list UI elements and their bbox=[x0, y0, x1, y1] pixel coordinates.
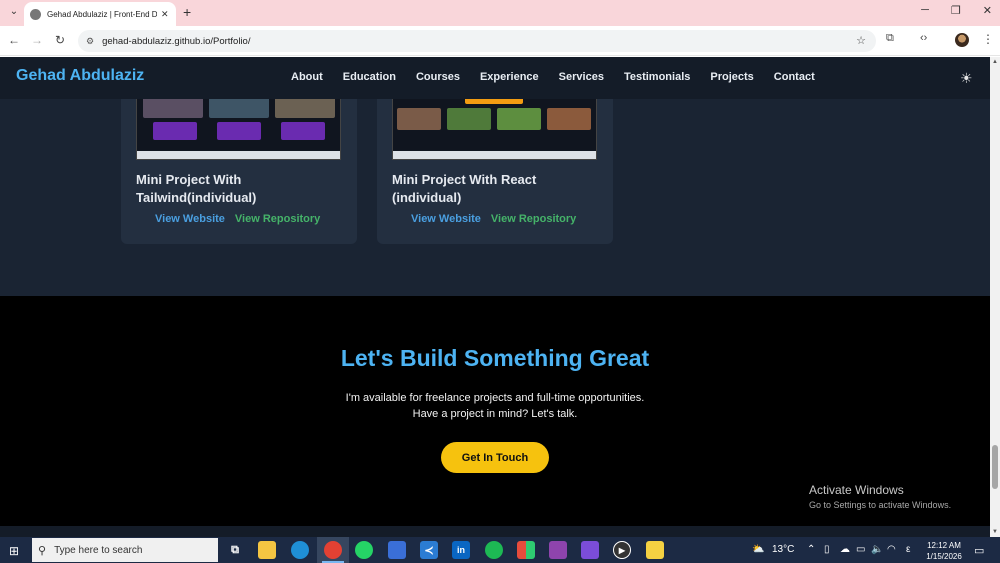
browser-toolbar: ← → ↻ ⚙ gehad-abdulaziz.github.io/Portfo… bbox=[0, 26, 1000, 56]
search-placeholder: Type here to search bbox=[54, 544, 143, 556]
scroll-down-icon[interactable]: ▼ bbox=[992, 529, 998, 535]
scroll-up-icon[interactable]: ▲ bbox=[992, 59, 998, 65]
site-header: Gehad Abdulaziz About Education Courses … bbox=[0, 57, 990, 99]
clock[interactable]: 12:12 AM 1/15/2026 bbox=[920, 540, 968, 562]
browser-tab-strip: ⌄ Gehad Abdulaziz | Front-End D ✕ + ─ ❐ … bbox=[0, 0, 1000, 26]
task-view-icon[interactable]: ⧉ bbox=[226, 541, 244, 559]
sun-icon[interactable]: ☀ bbox=[960, 70, 973, 87]
view-repository-link[interactable]: View Repository bbox=[235, 213, 320, 225]
project-title: Mini Project With React (individual) bbox=[392, 172, 537, 205]
tab-title: Gehad Abdulaziz | Front-End D bbox=[47, 9, 157, 19]
tab-search-icon[interactable]: ⌄ bbox=[6, 4, 22, 20]
whatsapp-icon[interactable] bbox=[355, 541, 373, 559]
speaker-icon[interactable]: 🔈 bbox=[871, 544, 883, 555]
url-text[interactable]: gehad-abdulaziz.github.io/Portfolio/ bbox=[102, 36, 250, 47]
extensions-icon[interactable]: ⧉ bbox=[886, 32, 894, 45]
activate-windows-watermark: Activate Windows Go to Settings to activ… bbox=[809, 483, 951, 510]
language-indicator[interactable]: ε bbox=[906, 544, 910, 555]
restore-icon[interactable]: ❐ bbox=[951, 4, 961, 17]
nav-about[interactable]: About bbox=[291, 71, 323, 83]
site-nav: About Education Courses Experience Servi… bbox=[291, 71, 835, 83]
new-tab-icon[interactable]: + bbox=[183, 4, 191, 20]
file-explorer-icon[interactable] bbox=[258, 541, 276, 559]
nav-contact[interactable]: Contact bbox=[774, 71, 815, 83]
vscode-icon[interactable]: ≺ bbox=[420, 541, 438, 559]
project-links: View Website View Repository bbox=[411, 213, 576, 225]
device-icon[interactable]: ▯ bbox=[824, 544, 830, 555]
temperature[interactable]: 13°C bbox=[772, 544, 794, 555]
view-website-link[interactable]: View Website bbox=[155, 213, 225, 225]
nav-services[interactable]: Services bbox=[559, 71, 604, 83]
notifications-icon[interactable]: ▭ bbox=[974, 544, 984, 557]
notes-icon[interactable] bbox=[646, 541, 664, 559]
weather-icon[interactable]: ⛅ bbox=[752, 544, 764, 555]
menu-kebab-icon[interactable]: ⋮ bbox=[982, 32, 994, 46]
project-screenshot bbox=[136, 93, 341, 160]
windows-start-icon[interactable]: ⊞ bbox=[9, 544, 19, 558]
cta-text: I'm available for freelance projects and… bbox=[0, 391, 990, 422]
cloud-icon[interactable]: ☁ bbox=[840, 544, 850, 555]
project-screenshot bbox=[392, 93, 597, 160]
close-tab-icon[interactable]: ✕ bbox=[161, 9, 169, 20]
profile-avatar[interactable] bbox=[955, 33, 969, 47]
edge-icon[interactable] bbox=[291, 541, 309, 559]
view-repository-link[interactable]: View Repository bbox=[491, 213, 576, 225]
nav-courses[interactable]: Courses bbox=[416, 71, 460, 83]
nav-experience[interactable]: Experience bbox=[480, 71, 539, 83]
project-links: View Website View Repository bbox=[155, 213, 320, 225]
windows-taskbar: ⊞ ⚲ Type here to search ⧉ ≺ in ▶ ⛅ 13°C … bbox=[0, 537, 1000, 563]
footer-strip bbox=[0, 526, 990, 537]
cta-title: Let's Build Something Great bbox=[340, 345, 650, 371]
watermark-subtitle: Go to Settings to activate Windows. bbox=[809, 500, 952, 510]
browser-tab[interactable]: Gehad Abdulaziz | Front-End D ✕ bbox=[24, 2, 176, 26]
project-title: Mini Project With Tailwind(individual) bbox=[136, 172, 257, 205]
onenote-icon[interactable] bbox=[549, 541, 567, 559]
view-website-link[interactable]: View Website bbox=[411, 213, 481, 225]
spotify-icon[interactable] bbox=[485, 541, 503, 559]
jetbrains-icon[interactable] bbox=[581, 541, 599, 559]
get-in-touch-button[interactable]: Get In Touch bbox=[441, 442, 549, 473]
reload-icon[interactable]: ↻ bbox=[52, 33, 68, 47]
search-icon: ⚲ bbox=[38, 544, 47, 557]
nav-testimonials[interactable]: Testimonials bbox=[624, 71, 690, 83]
chevron-up-icon[interactable]: ⌃ bbox=[807, 544, 815, 555]
site-brand[interactable]: Gehad Abdulaziz bbox=[16, 67, 144, 85]
back-icon[interactable]: ← bbox=[6, 33, 22, 47]
page-viewport: Mini Project With Tailwind(individual) V… bbox=[0, 57, 990, 537]
store-icon[interactable] bbox=[517, 541, 535, 559]
address-bar[interactable]: ⚙ gehad-abdulaziz.github.io/Portfolio/ ☆ bbox=[78, 30, 876, 52]
minimize-icon[interactable]: ─ bbox=[921, 4, 929, 17]
nav-projects[interactable]: Projects bbox=[710, 71, 753, 83]
page-scrollbar[interactable]: ▲ ▼ bbox=[990, 57, 1000, 537]
scroll-thumb[interactable] bbox=[992, 445, 998, 489]
nav-education[interactable]: Education bbox=[343, 71, 396, 83]
window-controls: ─ ❐ ✕ bbox=[921, 4, 992, 17]
bookmark-star-icon[interactable]: ☆ bbox=[856, 34, 866, 47]
taskbar-search[interactable]: ⚲ Type here to search bbox=[32, 538, 218, 562]
devtools-icon[interactable]: ‹› bbox=[920, 32, 927, 44]
cta-line-1: I'm available for freelance projects and… bbox=[345, 392, 645, 404]
clock-date: 1/15/2026 bbox=[926, 552, 962, 561]
site-info-icon[interactable]: ⚙ bbox=[86, 36, 94, 47]
linkedin-icon[interactable]: in bbox=[452, 541, 470, 559]
close-window-icon[interactable]: ✕ bbox=[983, 4, 992, 17]
battery-icon[interactable]: ▭ bbox=[856, 544, 865, 555]
forward-icon[interactable]: → bbox=[29, 33, 45, 47]
watermark-title: Activate Windows bbox=[809, 483, 904, 497]
wifi-icon[interactable]: ◠ bbox=[887, 544, 896, 555]
media-player-icon[interactable]: ▶ bbox=[613, 541, 631, 559]
globe-icon bbox=[30, 8, 41, 20]
chrome-icon[interactable] bbox=[324, 541, 342, 559]
mail-icon[interactable] bbox=[388, 541, 406, 559]
cta-line-2: Have a project in mind? Let's talk. bbox=[412, 407, 578, 420]
clock-time: 12:12 AM bbox=[927, 541, 961, 550]
